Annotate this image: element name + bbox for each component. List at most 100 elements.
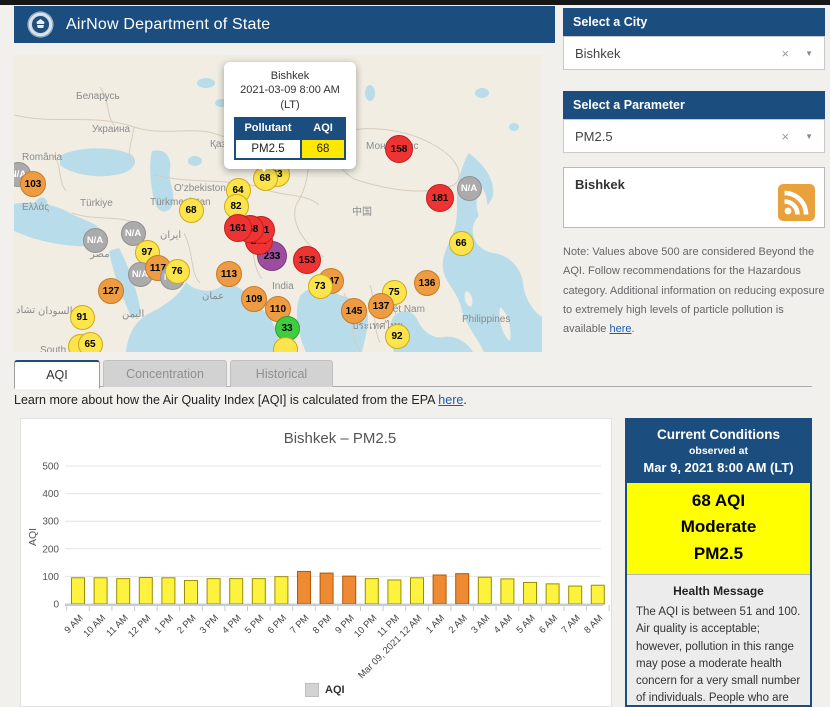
aqi-bar[interactable] [138, 577, 153, 605]
aqi-bar[interactable] [432, 574, 447, 605]
map-aqi-marker[interactable]: 92 [384, 323, 410, 349]
window-top-edge [0, 0, 830, 5]
conditions-datetime: Mar 9, 2021 8:00 AM (LT) [643, 460, 794, 475]
svg-text:0: 0 [53, 600, 59, 611]
map-aqi-marker[interactable]: 66 [448, 230, 474, 256]
conditions-category: Moderate [680, 517, 757, 537]
map-aqi-marker[interactable]: 158 [385, 135, 413, 163]
aqi-bar[interactable] [161, 577, 176, 605]
aqi-bar[interactable] [206, 578, 221, 605]
city-clear-icon[interactable]: × [781, 46, 789, 61]
chart-legend: AQI [305, 683, 345, 697]
city-select[interactable]: Bishkek × ▼ [563, 36, 825, 70]
aqi-map[interactable]: БеларусьУкраинаRomâniaΕλλάςTürkiyeҚазақс… [14, 55, 542, 352]
tooltip-pollutant-value: PM2.5 [233, 137, 303, 160]
map-aqi-marker[interactable]: 91 [69, 304, 95, 330]
parameter-clear-icon[interactable]: × [781, 129, 789, 144]
department-of-state-seal-icon [27, 11, 54, 38]
x-axis-tick-label: 10 AM [81, 613, 108, 640]
aqi-bar[interactable] [590, 584, 605, 605]
aqi-bar[interactable] [410, 577, 424, 605]
conditions-observed-at: observed at [689, 445, 748, 457]
aqi-bar[interactable] [568, 585, 583, 605]
map-aqi-marker[interactable]: 73 [307, 273, 333, 299]
map-label: România [22, 152, 63, 163]
map-aqi-marker[interactable]: 103 [20, 171, 46, 197]
map-tooltip: Bishkek 2021-03-09 8:00 AM (LT) Pollutan… [224, 62, 356, 172]
aqi-bar[interactable] [229, 578, 244, 605]
map-label: O'zbekiston [174, 183, 226, 194]
aqi-bar[interactable] [274, 576, 289, 605]
x-axis-tick-label: 5 AM [514, 613, 537, 636]
map-aqi-marker[interactable]: 68 [178, 197, 204, 223]
map-aqi-marker[interactable]: N/A [456, 175, 482, 201]
map-aqi-marker[interactable]: 137 [368, 293, 394, 319]
city-select-value: Bishkek [575, 45, 621, 61]
aqi-bar[interactable] [500, 578, 515, 605]
map-aqi-marker[interactable]: N/A [82, 227, 108, 253]
note-here-link[interactable]: here [609, 323, 631, 335]
city-caret-icon[interactable]: ▼ [805, 49, 813, 58]
x-axis-tick-label: 3 PM [198, 613, 222, 637]
map-aqi-marker[interactable]: 65 [77, 331, 103, 352]
map-label: عمان [202, 291, 225, 302]
map-label: تشاد [16, 305, 36, 316]
map-aqi-marker[interactable]: 76 [164, 258, 190, 284]
x-axis-tick-label: 5 PM [243, 613, 267, 637]
beyond-aqi-note: Note: Values above 500 are considered Be… [563, 246, 825, 335]
legend-label: AQI [325, 684, 345, 696]
map-aqi-marker[interactable]: 161 [224, 214, 252, 242]
view-tabs: AQI Concentration Historical [14, 360, 812, 389]
tab-aqi[interactable]: AQI [14, 360, 100, 389]
map-aqi-marker[interactable]: 153 [293, 246, 321, 274]
health-message-block: Health Message The AQI is between 51 and… [627, 575, 810, 705]
aqi-bar[interactable] [319, 572, 334, 605]
aqi-bar[interactable] [477, 576, 492, 605]
aqi-bar[interactable] [545, 583, 560, 605]
x-axis-tick-label: 2 AM [447, 613, 470, 636]
x-axis-tick-label: 4 AM [492, 613, 515, 636]
parameter-select[interactable]: PM2.5 × ▼ [563, 119, 825, 153]
aqi-bar[interactable] [342, 575, 357, 605]
tab-historical[interactable]: Historical [230, 360, 333, 387]
page-title: AirNow Department of State [66, 15, 271, 33]
parameter-caret-icon[interactable]: ▼ [805, 132, 813, 141]
map-aqi-marker[interactable]: 181 [426, 184, 454, 212]
svg-text:500: 500 [42, 462, 59, 473]
aqi-bar[interactable] [71, 577, 85, 605]
aqi-bar[interactable] [116, 578, 131, 605]
select-city-header: Select a City [563, 8, 825, 36]
x-axis-tick-label: 12 PM [126, 613, 153, 640]
aqi-bar[interactable] [364, 578, 379, 605]
parameter-select-value: PM2.5 [575, 128, 613, 144]
map-aqi-marker[interactable]: 113 [216, 261, 242, 287]
map-label: 中国 [352, 207, 372, 218]
select-parameter-header: Select a Parameter [563, 91, 825, 119]
aqi-chart-panel: Bishkek – PM2.5 0 100 200 300 400 500 AQI 9 AM 1… [20, 418, 612, 707]
aqi-bar[interactable] [523, 581, 537, 605]
map-label: India [272, 281, 294, 292]
rss-icon[interactable] [778, 184, 815, 221]
map-aqi-marker[interactable]: 127 [98, 278, 124, 304]
aqi-bar[interactable] [455, 573, 470, 605]
tooltip-timezone: (LT) [280, 98, 300, 111]
x-axis-tick-label: 6 PM [265, 613, 289, 637]
svg-text:100: 100 [42, 572, 59, 583]
tooltip-datetime: 2021-03-09 8:00 AM [240, 84, 340, 97]
x-axis-tick-label: 7 PM [288, 613, 312, 637]
tab-concentration[interactable]: Concentration [103, 360, 227, 387]
x-axis-tick-label: 8 AM [582, 613, 605, 636]
map-aqi-marker[interactable]: 136 [414, 270, 440, 296]
epa-here-link[interactable]: here [438, 393, 463, 407]
aqi-bar[interactable] [93, 577, 108, 605]
aqi-bar[interactable] [251, 578, 266, 605]
aqi-bar[interactable] [297, 570, 311, 605]
aqi-bar[interactable] [184, 580, 198, 605]
aqi-bar[interactable] [387, 579, 402, 605]
map-aqi-marker[interactable]: 109 [241, 286, 267, 312]
map-aqi-marker[interactable]: 145 [341, 298, 367, 324]
tooltip-city: Bishkek [270, 70, 310, 82]
svg-text:200: 200 [42, 544, 59, 555]
map-label: السودان [38, 306, 73, 317]
conditions-aqi-block: 68 AQI Moderate PM2.5 [627, 483, 810, 576]
